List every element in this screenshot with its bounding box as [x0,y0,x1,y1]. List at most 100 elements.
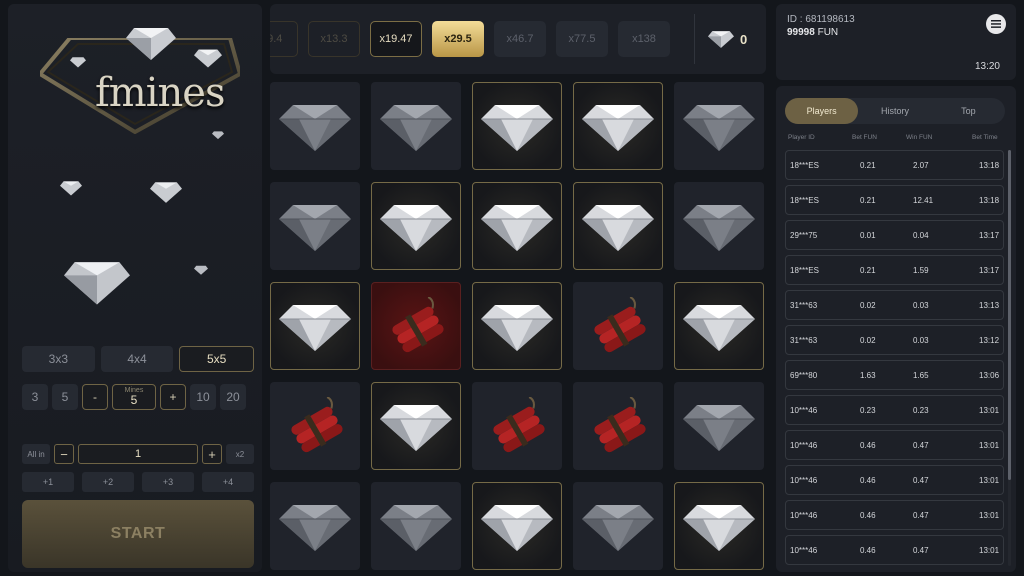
bet-double-button[interactable]: x2 [226,444,254,464]
bet-time: 13:01 [979,511,1000,520]
bets-scrollbar[interactable] [1008,150,1011,566]
grid-cell-revealed[interactable] [472,482,562,570]
mines-increase-button[interactable]: + [160,384,186,410]
diamond-icon [380,405,452,451]
diamond-icon [683,405,755,451]
col-bet: Bet FUN [852,134,877,141]
start-button[interactable]: START [22,500,254,568]
grid-size-selector: 3x3 4x4 5x5 [22,346,255,372]
mines-3-button[interactable]: 3 [22,384,48,410]
bet-add-3-button[interactable]: +3 [142,472,194,492]
table-row: 18***ES 0.21 12.41 13:18 [785,185,1004,215]
scroll-thumb[interactable] [1008,150,1011,480]
bet-value: 0.23 [860,406,876,415]
grid-cell-revealed[interactable] [573,182,663,270]
multiplier-chip: x46.7 [494,21,546,57]
grid-cell-revealed[interactable] [472,82,562,170]
grid-cell-revealed[interactable] [371,182,461,270]
grid-cell[interactable] [674,82,764,170]
diamond-icon [279,105,351,151]
grid-cell[interactable] [270,82,360,170]
bet-time: 13:18 [979,161,1000,170]
grid-cell-revealed[interactable] [573,82,663,170]
bet-value: 0.21 [860,266,876,275]
diamond-icon [683,105,755,151]
grid-cell-mine[interactable] [472,382,562,470]
tab-players[interactable]: Players [785,98,859,124]
bet-value: 0.46 [860,476,876,485]
grid-cell-revealed[interactable] [472,182,562,270]
dynamite-icon [594,397,646,453]
bet-add-1-button[interactable]: +1 [22,472,74,492]
grid-cell[interactable] [270,182,360,270]
mines-10-button[interactable]: 10 [190,384,216,410]
table-row: 69***80 1.63 1.65 13:06 [785,360,1004,390]
diamond-icon [380,105,452,151]
diamond-icon [60,181,82,196]
win-value: 1.65 [913,371,929,380]
mines-20-button[interactable]: 20 [220,384,246,410]
grid-cell[interactable] [270,482,360,570]
multiplier-chip: x77.5 [556,21,608,57]
grid-size-5x5-button[interactable]: 5x5 [179,346,255,372]
diamond-icon [194,265,208,275]
grid-cell-revealed[interactable] [270,282,360,370]
grid-cell-revealed[interactable] [674,482,764,570]
bet-quick-add: +1 +2 +3 +4 [22,472,254,492]
grid-cell-mine[interactable] [573,282,663,370]
win-value: 0.47 [913,511,929,520]
grid-cell-mine[interactable] [270,382,360,470]
grid-cell-mine[interactable] [573,382,663,470]
grid-cell[interactable] [674,382,764,470]
grid-cell-revealed[interactable] [674,282,764,370]
win-value: 0.23 [913,406,929,415]
diamond-icon [380,205,452,251]
mines-decrease-button[interactable]: - [82,384,108,410]
balance-currency: FUN [817,27,839,38]
diamond-icon [64,262,130,305]
tab-top[interactable]: Top [932,98,1005,124]
bet-decrease-button[interactable]: − [54,444,74,464]
diamond-icon [194,49,222,68]
bet-time: 13:06 [979,371,1000,380]
grid-size-3x3-button[interactable]: 3x3 [22,346,95,372]
dynamite-icon [392,297,444,353]
multiplier-chip: x9.4 [270,21,298,57]
bet-value: 0.21 [860,196,876,205]
account-balance: 99998 FUN [787,27,838,38]
menu-button[interactable] [986,14,1006,34]
bet-value: 0.46 [860,546,876,555]
diamond-icon [279,205,351,251]
grid-cell[interactable] [573,482,663,570]
bet-add-4-button[interactable]: +4 [202,472,254,492]
grid-cell-mine-hit[interactable] [371,282,461,370]
grid-cell-revealed[interactable] [472,282,562,370]
bet-time: 13:18 [979,196,1000,205]
game-root: fmines 3x3 4x4 5x5 3 5 - Mines 5 + 10 20 [0,0,1024,576]
diamond-icon [582,205,654,251]
grid-cell[interactable] [674,182,764,270]
tab-history[interactable]: History [858,98,931,124]
bet-increase-button[interactable]: + [202,444,222,464]
grid-cell[interactable] [371,82,461,170]
diamond-icon [683,505,755,551]
win-value: 0.03 [913,336,929,345]
mines-value: 5 [130,393,138,407]
bet-value: 0.21 [860,161,876,170]
diamond-icon [683,205,755,251]
mines-count-field[interactable]: Mines 5 [112,384,156,410]
grid-size-4x4-button[interactable]: 4x4 [100,346,174,372]
grid-cell[interactable] [371,482,461,570]
bet-add-2-button[interactable]: +2 [82,472,134,492]
grid-cell-revealed[interactable] [371,382,461,470]
diamond-icon [582,505,654,551]
diamond-icon [70,57,86,68]
bets-tabs: Players History Top [785,98,1005,124]
mines-selector: 3 5 - Mines 5 + 10 20 [22,384,254,410]
win-value: 0.04 [913,231,929,240]
player-id: 10***46 [790,441,818,450]
win-value: 2.07 [913,161,929,170]
bet-amount-input[interactable]: 1 [78,444,198,464]
all-in-button[interactable]: All in [22,444,50,464]
mines-5-button[interactable]: 5 [52,384,78,410]
